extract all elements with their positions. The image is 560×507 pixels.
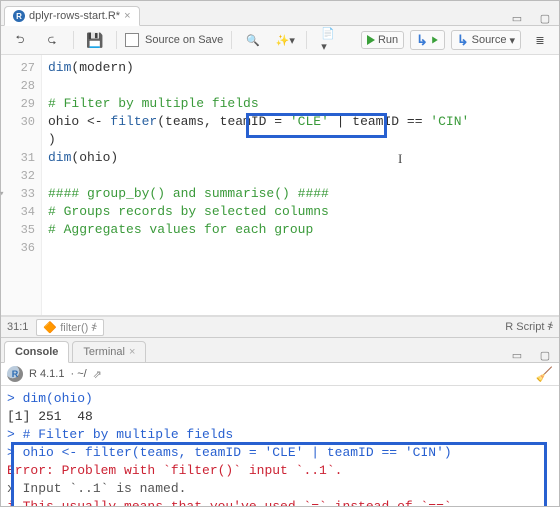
back-button[interactable]: ⮌ (7, 30, 33, 50)
rerun-button[interactable]: ↳ (410, 30, 445, 50)
editor-toolbar: ⮌ ⮎ 💾 Source on Save 🔍 ✨▾ 📄▾ Run ↳ ↳Sour… (1, 26, 559, 55)
editor-statusbar: 31:1 🔶 filter() ҂ R Script ҂ (1, 316, 559, 338)
file-tab-label: dplyr-rows-start.R* (29, 10, 120, 22)
console-tabbar: Console Terminal× ▭ ▢ (1, 338, 559, 363)
cursor-position: 31:1 (7, 321, 28, 333)
console-output[interactable]: > dim(ohio) [1] 251 48 > # Filter by mul… (1, 386, 559, 506)
source-on-save-label: Source on Save (145, 34, 223, 46)
working-dir: · ~/ (70, 368, 86, 380)
editor-tabbar: R dplyr-rows-start.R* × ▭ ▢ (1, 1, 559, 26)
clear-console-icon[interactable]: 🧹 (536, 366, 553, 383)
run-label: Run (378, 34, 398, 46)
r-version: R 4.1.1 (29, 368, 64, 380)
language-indicator[interactable]: R Script ҂ (505, 321, 553, 333)
minimize-pane-icon[interactable]: ▭ (503, 12, 531, 25)
r-logo-icon: R (7, 366, 23, 382)
code-body[interactable]: dim(modern) # Filter by multiple fields … (42, 55, 559, 315)
source-button[interactable]: ↳Source ▾ (451, 30, 521, 50)
close-icon[interactable]: × (124, 10, 130, 22)
tab-terminal[interactable]: Terminal× (72, 341, 146, 363)
maximize-console-icon[interactable]: ▢ (531, 349, 559, 362)
text-cursor-icon: I (398, 150, 402, 168)
line-gutter: 27 28 29 30 31 32 33 34 35 36 (1, 55, 42, 315)
minimize-console-icon[interactable]: ▭ (503, 349, 531, 362)
tab-console[interactable]: Console (4, 341, 69, 363)
code-editor[interactable]: 27 28 29 30 31 32 33 34 35 36 dim(modern… (1, 55, 559, 316)
rstudio-window: R dplyr-rows-start.R* × ▭ ▢ ⮌ ⮎ 💾 Source… (0, 0, 560, 507)
source-label: Source (472, 34, 507, 46)
close-icon: × (129, 346, 135, 358)
save-button[interactable]: 💾 (82, 30, 108, 50)
wd-popup-icon[interactable]: ⇗ (93, 368, 102, 381)
source-on-save-checkbox[interactable] (125, 33, 139, 47)
wand-button[interactable]: ✨▾ (272, 30, 298, 50)
r-file-icon: R (13, 10, 25, 22)
find-button[interactable]: 🔍 (240, 30, 266, 50)
report-button[interactable]: 📄▾ (315, 30, 341, 50)
run-button[interactable]: Run (361, 31, 404, 49)
file-tab[interactable]: R dplyr-rows-start.R* × (4, 6, 140, 26)
outline-button[interactable]: ≣ (527, 30, 553, 50)
maximize-pane-icon[interactable]: ▢ (531, 12, 559, 25)
console-infobar: R R 4.1.1 · ~/ ⇗ 🧹 (1, 363, 559, 386)
forward-button[interactable]: ⮎ (39, 30, 65, 50)
scope-indicator[interactable]: 🔶 filter() ҂ (36, 319, 103, 336)
